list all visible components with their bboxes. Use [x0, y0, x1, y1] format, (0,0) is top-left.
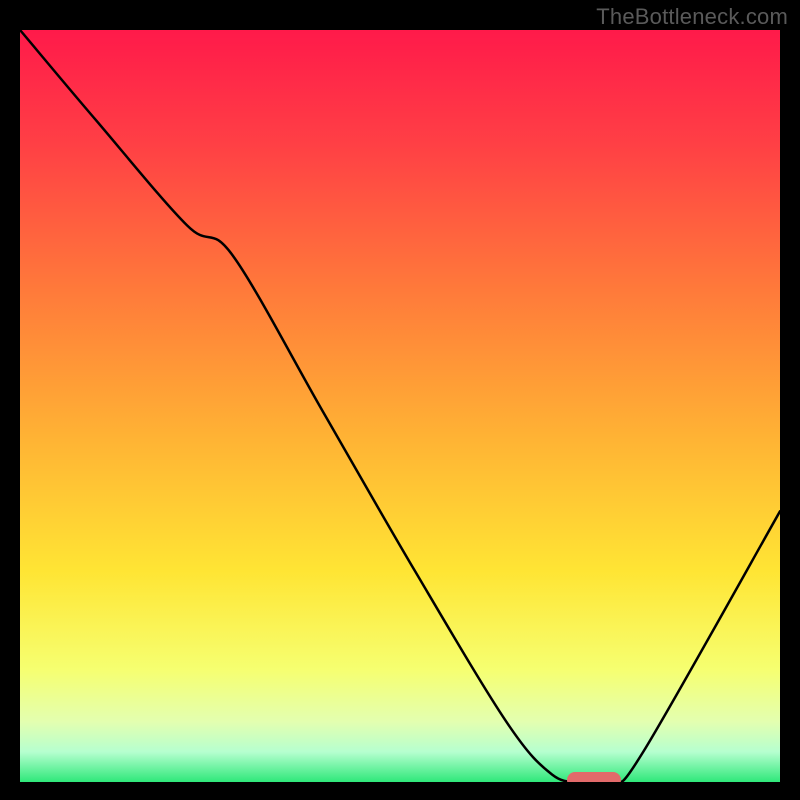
- gradient-background: [20, 30, 780, 782]
- watermark-text: TheBottleneck.com: [596, 4, 788, 30]
- chart-frame: TheBottleneck.com: [0, 0, 800, 800]
- optimum-marker: [567, 772, 621, 782]
- plot-area: [20, 30, 780, 782]
- chart-canvas: [20, 30, 780, 782]
